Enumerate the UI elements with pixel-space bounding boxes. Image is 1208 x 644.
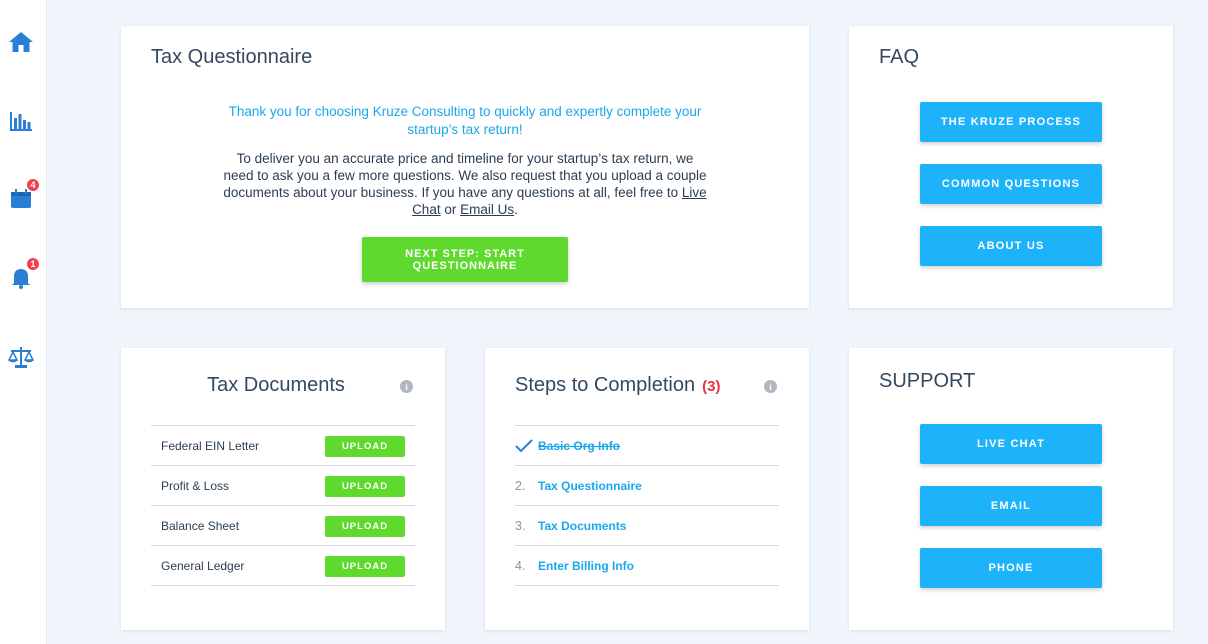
steps-card: Steps to Completion (3) i Basic Org Info…	[485, 348, 809, 630]
document-row-ein: Federal EIN Letter UPLOAD	[151, 426, 415, 466]
phone-button[interactable]: PHONE	[920, 548, 1102, 588]
questionnaire-card: Tax Questionnaire Thank you for choosing…	[121, 26, 809, 308]
questionnaire-thanks-text: Thank you for choosing Kruze Consulting …	[228, 104, 702, 137]
support-card: SUPPORT LIVE CHAT EMAIL PHONE	[849, 348, 1173, 630]
kruze-process-button[interactable]: THE KRUZE PROCESS	[920, 102, 1102, 142]
sidebar-item-legal[interactable]	[7, 343, 35, 371]
step-row-tax-documents: 3. Tax Documents	[515, 506, 779, 546]
document-label: Profit & Loss	[161, 478, 230, 493]
steps-list: Basic Org Info 2. Tax Questionnaire 3. T…	[515, 425, 779, 586]
steps-title: Steps to Completion	[515, 374, 696, 396]
step-number: 2.	[515, 478, 526, 493]
step-row-basic-org-info: Basic Org Info	[515, 426, 779, 466]
step-link-basic-org-info[interactable]: Basic Org Info	[538, 439, 620, 453]
document-label: General Ledger	[161, 558, 245, 573]
calendar-badge: 4	[26, 178, 40, 192]
step-link-billing-info[interactable]: Enter Billing Info	[538, 559, 634, 573]
or-text: or	[444, 202, 457, 217]
questionnaire-intro-text: To deliver you an accurate price and tim…	[221, 150, 709, 218]
document-row-pnl: Profit & Loss UPLOAD	[151, 466, 415, 506]
upload-ein-button[interactable]: UPLOAD	[325, 436, 405, 457]
tax-documents-list: Federal EIN Letter UPLOAD Profit & Loss …	[151, 425, 415, 586]
step-link-tax-questionnaire[interactable]: Tax Questionnaire	[538, 479, 642, 493]
document-label: Federal EIN Letter	[161, 438, 260, 453]
faq-card: FAQ THE KRUZE PROCESS COMMON QUESTIONS A…	[849, 26, 1173, 308]
live-chat-button[interactable]: LIVE CHAT	[920, 424, 1102, 464]
upload-balance-sheet-button[interactable]: UPLOAD	[325, 516, 405, 537]
upload-general-ledger-button[interactable]: UPLOAD	[325, 556, 405, 577]
sidebar-item-reports[interactable]	[7, 107, 35, 135]
questionnaire-title: Tax Questionnaire	[151, 46, 313, 68]
email-us-link[interactable]: Email Us	[460, 202, 514, 217]
steps-remaining-count: (3)	[702, 378, 721, 395]
home-icon	[9, 32, 33, 52]
tax-documents-card: Tax Documents i Federal EIN Letter UPLOA…	[121, 348, 445, 630]
period-text: .	[514, 202, 518, 217]
step-number: 4.	[515, 558, 526, 573]
faq-title: FAQ	[879, 46, 920, 68]
step-row-billing-info: 4. Enter Billing Info	[515, 546, 779, 586]
notifications-badge: 1	[26, 257, 40, 271]
sidebar-item-home[interactable]	[7, 28, 35, 56]
step-row-tax-questionnaire: 2. Tax Questionnaire	[515, 466, 779, 506]
tax-documents-title: Tax Documents	[207, 374, 345, 396]
steps-heading: Steps to Completion (3)	[515, 374, 720, 397]
sidebar-item-calendar[interactable]: 4	[7, 178, 40, 213]
about-us-button[interactable]: ABOUT US	[920, 226, 1102, 266]
sidebar-item-notifications[interactable]: 1	[7, 257, 40, 292]
document-row-balance-sheet: Balance Sheet UPLOAD	[151, 506, 415, 546]
scales-icon	[8, 347, 34, 368]
intro-paragraph: To deliver you an accurate price and tim…	[223, 151, 707, 200]
start-questionnaire-button[interactable]: NEXT STEP: START QUESTIONNAIRE	[362, 237, 568, 282]
email-button[interactable]: EMAIL	[920, 486, 1102, 526]
calendar-icon	[11, 189, 31, 208]
step-link-tax-documents[interactable]: Tax Documents	[538, 519, 626, 533]
document-label: Balance Sheet	[161, 518, 240, 533]
step-number: 3.	[515, 518, 526, 533]
bar-chart-icon	[10, 112, 32, 131]
sidebar: 4 1	[0, 0, 47, 644]
bell-icon	[12, 269, 30, 289]
tax-documents-info-icon[interactable]: i	[400, 380, 413, 393]
checkmark-icon	[515, 438, 538, 453]
document-row-general-ledger: General Ledger UPLOAD	[151, 546, 415, 586]
support-title: SUPPORT	[879, 370, 976, 392]
upload-pnl-button[interactable]: UPLOAD	[325, 476, 405, 497]
steps-info-icon[interactable]: i	[764, 380, 777, 393]
common-questions-button[interactable]: COMMON QUESTIONS	[920, 164, 1102, 204]
